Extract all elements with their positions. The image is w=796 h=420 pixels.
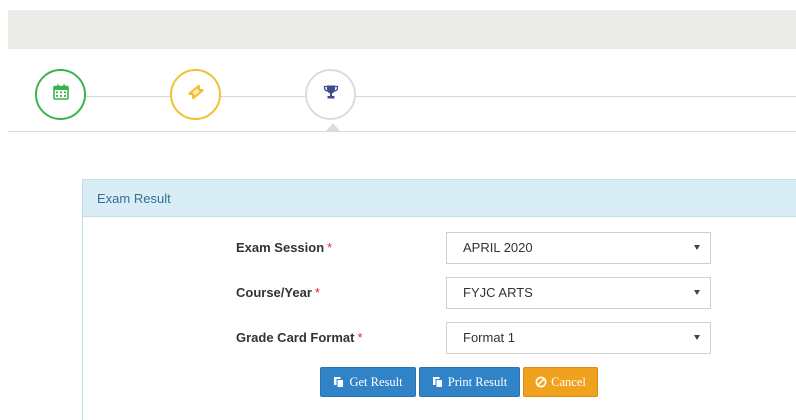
cancel-button[interactable]: Cancel (523, 367, 598, 397)
step-ticket[interactable] (170, 69, 221, 120)
course-year-value: FYJC ARTS (463, 285, 533, 300)
course-year-row: Course/Year * FYJC ARTS (83, 277, 796, 309)
ban-icon (535, 376, 547, 388)
calendar-icon (52, 84, 69, 105)
copy-icon (432, 376, 444, 388)
copy-icon (333, 376, 345, 388)
exam-session-row: Exam Session * APRIL 2020 (83, 232, 796, 264)
caret-down-icon (694, 290, 700, 295)
ticket-icon (187, 83, 205, 106)
step-session[interactable] (35, 69, 86, 120)
active-step-pointer (326, 123, 340, 131)
progress-stepper (8, 60, 796, 132)
grade-card-format-value: Format 1 (463, 330, 516, 345)
course-year-label: Course/Year * (236, 285, 320, 300)
print-result-label: Print Result (447, 374, 508, 389)
print-result-button[interactable]: Print Result (419, 367, 520, 397)
caret-down-icon (694, 245, 700, 250)
get-result-label: Get Result (349, 374, 403, 389)
caret-down-icon (694, 335, 700, 340)
required-mark: * (314, 285, 320, 300)
top-bar (8, 10, 796, 49)
stepper-divider (8, 131, 796, 132)
required-mark: * (357, 330, 363, 345)
grade-card-format-row: Grade Card Format * Format 1 (83, 322, 796, 354)
grade-card-format-select[interactable]: Format 1 (446, 322, 711, 354)
exam-result-panel: Exam Result Exam Session * APRIL 2020 Cou… (82, 179, 796, 420)
get-result-button[interactable]: Get Result (320, 367, 416, 397)
required-mark: * (327, 240, 333, 255)
exam-session-label: Exam Session * (236, 240, 333, 255)
cancel-label: Cancel (551, 374, 586, 389)
exam-session-value: APRIL 2020 (463, 240, 533, 255)
course-year-select[interactable]: FYJC ARTS (446, 277, 711, 309)
grade-card-format-label: Grade Card Format * (236, 330, 363, 345)
panel-title: Exam Result (83, 180, 796, 217)
trophy-icon (323, 84, 339, 105)
exam-session-select[interactable]: APRIL 2020 (446, 232, 711, 264)
step-result[interactable] (305, 69, 356, 120)
